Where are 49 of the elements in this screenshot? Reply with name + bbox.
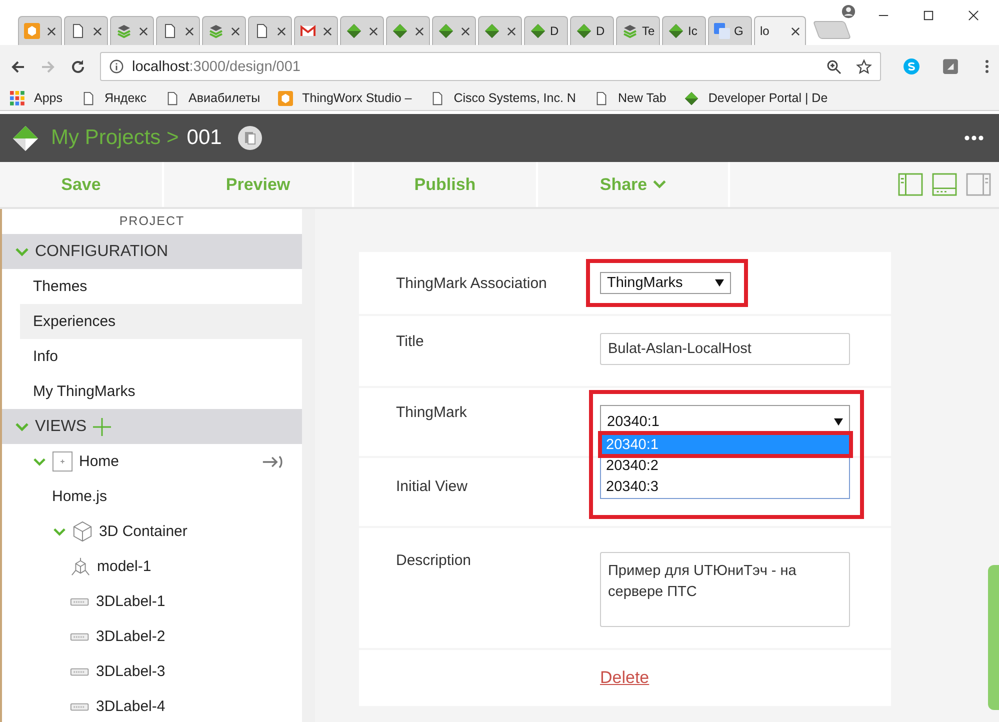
browser-tab[interactable]: D [570, 16, 614, 45]
tree-item[interactable]: model-1 [2, 549, 302, 584]
bookmark[interactable]: ThingWorx Studio – [278, 90, 412, 106]
tab-title: lo [760, 24, 770, 38]
section-header[interactable]: CONFIGURATION [2, 234, 302, 269]
tree-item[interactable]: 3DLabel-2 [2, 619, 302, 654]
field-label: Description [395, 552, 472, 571]
bookmark[interactable]: Cisco Systems, Inc. N [430, 90, 576, 106]
bookmark[interactable]: Авиабилеты [164, 90, 260, 106]
dropdown-option[interactable]: 20340:3 [601, 477, 849, 498]
browser-tab[interactable]: lo [754, 16, 806, 45]
field-label: Title [395, 333, 425, 352]
tree-item[interactable]: 3DLabel-4 [2, 689, 302, 722]
project-name: 001 [186, 126, 222, 150]
tree-item[interactable]: My ThingMarks [2, 374, 302, 409]
tree-item[interactable]: Themes [2, 269, 302, 304]
tree-item[interactable]: Info [2, 339, 302, 374]
field-label: ThingMark Association [395, 274, 548, 292]
tab-title: Te [642, 24, 655, 38]
address-field[interactable]: localhost:3000/design/001 [100, 52, 881, 81]
tree-item[interactable]: 3DLabel-1 [2, 584, 302, 619]
select-field[interactable]: ThingMarks [600, 272, 731, 294]
tree-item[interactable]: Experiences [20, 304, 302, 339]
bookmark[interactable]: Яндекс [80, 90, 147, 106]
tree-item[interactable]: 3DLabel-3 [2, 654, 302, 689]
section-header[interactable]: VIEWS [2, 409, 302, 444]
select-field[interactable]: 20340:1 [600, 405, 850, 434]
tab-title: D [550, 24, 559, 38]
panel-heading: PROJECT [118, 213, 186, 230]
bookmark[interactable]: Apps [10, 90, 62, 106]
dropdown-option[interactable]: 20340:2 [601, 456, 849, 477]
delete-link[interactable]: Delete [600, 668, 650, 688]
url-text: localhost:3000/design/001 [132, 58, 302, 74]
browser-tab[interactable]: Te [616, 16, 660, 45]
bookmark[interactable]: New Tab [594, 90, 666, 106]
browser-tab[interactable]: G [708, 16, 752, 45]
tree-item[interactable]: 3D Container [2, 514, 302, 549]
field-label: ThingMark [395, 404, 468, 423]
tree-item[interactable]: Home [2, 444, 302, 479]
tab-title: D [596, 24, 605, 38]
text-field[interactable]: Bulat-Aslan-LocalHost [600, 333, 850, 365]
browser-tab[interactable]: Ic [662, 16, 706, 45]
tab-title: G [734, 24, 744, 38]
field-label: Initial View [395, 478, 468, 497]
bookmark[interactable]: Developer Portal | De [684, 90, 828, 106]
tab-title: Ic [688, 24, 698, 38]
tree-item[interactable]: Home.js [2, 479, 302, 514]
browser-tab[interactable]: D [524, 16, 568, 45]
text-area[interactable]: Пример для UTЮниТэч - на сервере ПТС [600, 552, 850, 627]
